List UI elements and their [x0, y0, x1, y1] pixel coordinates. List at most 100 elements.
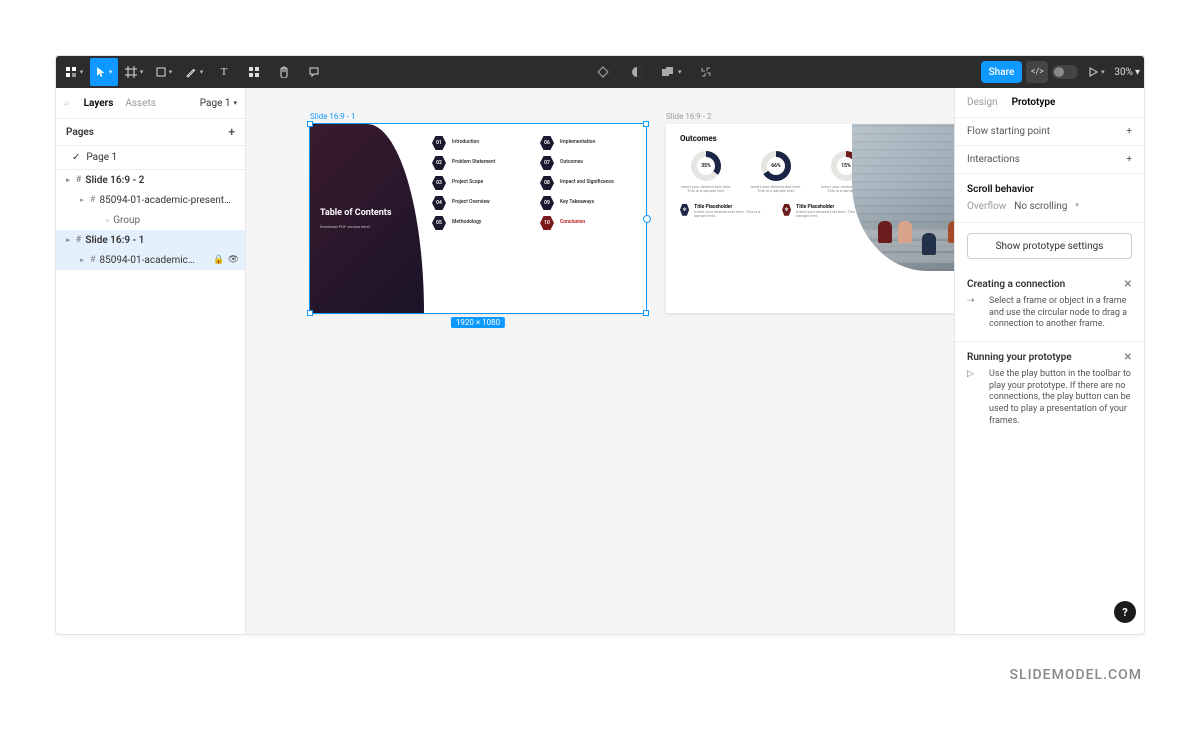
hex-number: 06 [540, 136, 554, 150]
main-menu-button[interactable]: ▾ [60, 58, 88, 86]
toc-item: 06 Implementation [540, 136, 634, 150]
show-prototype-settings-button[interactable]: Show prototype settings [967, 233, 1132, 259]
dev-mode-button[interactable]: </> [1026, 61, 1048, 83]
layer-row[interactable]: ▸ #85094-01-academic-presenta… [56, 190, 245, 210]
caret-icon[interactable]: ▸ [78, 196, 86, 204]
hex-number: 05 [432, 216, 446, 230]
hex-number: 08 [540, 176, 554, 190]
play-icon: ▷ [967, 369, 981, 427]
toolbar-component-icon[interactable] [589, 58, 617, 86]
frame-icon: # [76, 175, 81, 185]
donut-caption: Insert your desired text here. This is a… [680, 185, 732, 194]
layer-row[interactable]: ▫Group [56, 210, 245, 230]
toolbar-crop-icon[interactable] [692, 58, 720, 86]
design-tab[interactable]: Design [967, 97, 998, 108]
toc-item: 02 Problem Statement [432, 156, 526, 170]
present-button[interactable]: ▾ [1082, 58, 1110, 86]
hex-number: 10 [540, 216, 554, 230]
add-page-icon[interactable]: + [228, 125, 235, 139]
text-tool-button[interactable]: T [210, 58, 238, 86]
toc-label: Impact and Significance [560, 180, 614, 186]
toolbar-union-icon[interactable]: ▾ [657, 58, 686, 86]
layers-list: ▸#Slide 16:9 - 2▸#85094-01-academic-pres… [56, 169, 245, 634]
toc-label: Key Takeaways [560, 200, 594, 206]
plus-icon[interactable]: + [1126, 126, 1132, 137]
plus-icon[interactable]: + [1126, 154, 1132, 165]
lock-icon[interactable]: 🔒 [213, 255, 224, 265]
toc-item: 10 Conclusion [540, 216, 634, 230]
hex-number: 02 [432, 156, 446, 170]
comment-tool-button[interactable] [300, 58, 328, 86]
frame-slide-2[interactable]: Outcomes 35%Insert your desired text her… [666, 124, 954, 313]
canvas[interactable]: Slide 16:9 - 1 Table of Contents Downloa… [246, 88, 954, 634]
hex-number: 07 [540, 156, 554, 170]
hex-number: 04 [432, 196, 446, 210]
caret-icon[interactable]: ▸ [78, 256, 86, 264]
toc-label: Conclusion [560, 220, 585, 226]
left-panel: ⌕ Layers Assets Page 1▾ Pages + ✓ Page 1… [56, 88, 246, 634]
layers-tab[interactable]: Layers [84, 98, 114, 109]
move-tool-button[interactable]: ▾ [90, 58, 118, 86]
toc-item: 01Introduction [432, 136, 526, 150]
layer-label: 85094-01-academic-presenta… [99, 195, 235, 206]
assets-tab[interactable]: Assets [125, 98, 156, 109]
toc-label: Project Overview [452, 200, 490, 206]
toc-item: 09 Key Takeaways [540, 196, 634, 210]
toc-label: Outcomes [560, 160, 583, 166]
layer-row[interactable]: ▸#Slide 16:9 - 1 [56, 230, 245, 250]
toc-item: 07 Outcomes [540, 156, 634, 170]
donut-percent: 66% [761, 151, 791, 181]
flow-starting-point-row[interactable]: Flow starting point + [955, 118, 1144, 146]
prototype-tab[interactable]: Prototype [1012, 97, 1056, 108]
help-fab[interactable]: ? [1114, 601, 1136, 623]
pages-header: Pages + [56, 118, 245, 146]
caret-icon[interactable]: ▸ [64, 236, 72, 244]
dev-mode-toggle[interactable] [1052, 65, 1078, 79]
resources-button[interactable] [240, 58, 268, 86]
toc-label: Problem Statement [452, 160, 495, 166]
toc-label: Introduction [452, 140, 479, 146]
layer-label: 85094-01-academic… [100, 255, 195, 266]
zoom-control[interactable]: 30%▾ [1114, 67, 1140, 78]
overflow-control[interactable]: Overflow No scrolling ▾ [967, 201, 1132, 212]
toc-item: 05 Methodology [432, 216, 526, 230]
scroll-behavior-section: Scroll behavior Overflow No scrolling ▾ [955, 174, 1144, 223]
frame-slide-1[interactable]: Table of Contents Download PDF version h… [310, 124, 646, 313]
toolbar-mask-icon[interactable] [623, 58, 651, 86]
prototype-connection-node[interactable] [643, 215, 651, 223]
close-icon[interactable]: ✕ [1124, 279, 1132, 290]
toc-label: Project Scope [452, 180, 483, 186]
layer-label: Slide 16:9 - 1 [85, 235, 144, 246]
toolbar-center: ▾ [328, 58, 981, 86]
placeholder-icon: ✻ [782, 204, 791, 216]
hand-tool-button[interactable] [270, 58, 298, 86]
layer-row[interactable]: ▸#Slide 16:9 - 2 [56, 170, 245, 190]
hex-number: 03 [432, 176, 446, 190]
toc-item: 03 Project Scope [432, 176, 526, 190]
frame-label[interactable]: Slide 16:9 - 1 [310, 112, 355, 121]
caret-icon[interactable]: ▸ [64, 176, 72, 184]
page-selector[interactable]: Page 1▾ [200, 98, 237, 109]
layer-row[interactable]: ▸ #85094-01-academic… 🔒 👁 [56, 250, 245, 270]
toc-label: Methodology [452, 220, 481, 226]
visibility-icon[interactable]: 👁 [228, 255, 239, 265]
frame-label[interactable]: Slide 16:9 - 2 [666, 112, 711, 121]
placeholder-item: ✻Title PlaceholderInsert your desired te… [680, 204, 762, 219]
search-icon[interactable]: ⌕ [64, 98, 70, 109]
slide1-subtitle: Download PDF version here! [320, 224, 424, 229]
close-icon[interactable]: ✕ [1124, 352, 1132, 363]
page-item[interactable]: ✓ Page 1 [56, 146, 245, 169]
donut-chart: 66%Insert your desired text here. This i… [750, 151, 802, 194]
toc-label: Implementation [560, 140, 595, 146]
help-creating-connection: Creating a connection ✕ ⇢ Select a frame… [955, 269, 1144, 341]
shape-tool-button[interactable]: ▾ [150, 58, 178, 86]
hex-number: 09 [540, 196, 554, 210]
slide1-title: Table of Contents [320, 208, 424, 219]
interactions-row[interactable]: Interactions + [955, 146, 1144, 174]
frame-icon: # [90, 255, 96, 265]
pen-tool-button[interactable]: ▾ [180, 58, 208, 86]
share-button[interactable]: Share [981, 61, 1023, 83]
frame-tool-button[interactable]: ▾ [120, 58, 148, 86]
toc-item: 04 Project Overview [432, 196, 526, 210]
frame-icon: # [90, 195, 96, 205]
